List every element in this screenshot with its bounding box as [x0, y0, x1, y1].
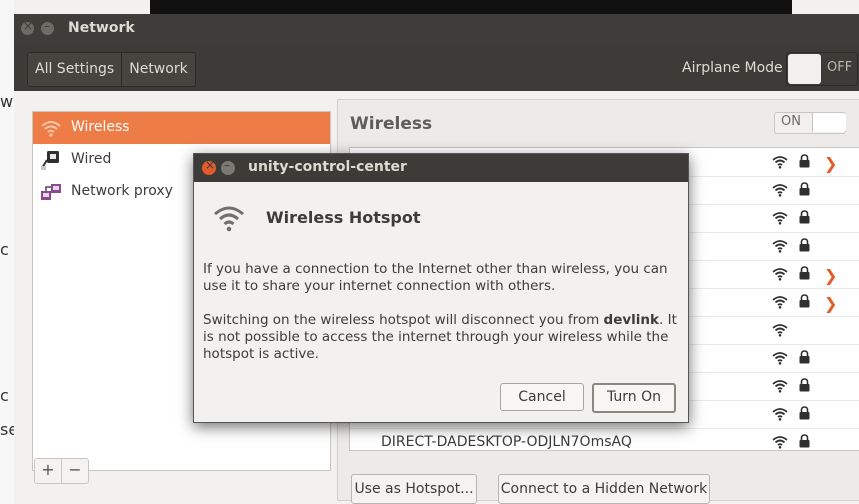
dialog-title: unity-control-center [248, 159, 407, 175]
switch-knob [788, 54, 821, 84]
background-text: w [0, 92, 14, 111]
lock-icon [799, 210, 810, 224]
all-settings-button[interactable]: All Settings [28, 53, 121, 86]
wireless-panel-title: Wireless [350, 114, 433, 134]
wireless-switch[interactable]: ON [774, 112, 846, 134]
background-window: w c c se [0, 0, 18, 504]
dialog-warning: Switching on the wireless hotspot will d… [203, 312, 679, 363]
sidebar-item-wireless[interactable]: Wireless [33, 112, 330, 144]
signal-strength-icon [772, 156, 788, 169]
airplane-mode-label: Airplane Mode [682, 60, 783, 76]
wifi-icon [41, 121, 61, 137]
current-network-name: devlink [603, 312, 659, 328]
signal-strength-icon [772, 324, 788, 337]
background-window-edge [150, 0, 792, 14]
lock-icon [799, 378, 810, 392]
signal-strength-icon [772, 296, 788, 309]
sidebar-item-label: Network proxy [71, 183, 173, 199]
lock-icon [799, 154, 810, 168]
airplane-mode-switch[interactable]: OFF [786, 52, 858, 86]
network-row[interactable]: DIRECT-DADESKTOP-ODJLN7OmsAQ [350, 428, 859, 450]
breadcrumb: All Settings Network [27, 52, 196, 87]
window-minimize-button[interactable] [41, 19, 54, 35]
network-proxy-icon [41, 184, 61, 200]
wireless-hotspot-dialog: unity-control-center Wireless Hotspot If… [193, 153, 689, 423]
window-close-button[interactable] [21, 19, 34, 35]
sidebar-item-label: Wired [71, 151, 112, 167]
wired-network-icon [41, 151, 59, 170]
signal-strength-icon [772, 212, 788, 225]
chevron-right-icon[interactable]: ❯ [824, 154, 837, 173]
connect-hidden-network-button[interactable]: Connect to a Hidden Network [498, 474, 710, 504]
lock-icon [799, 406, 810, 420]
add-connection-button[interactable]: + [35, 459, 61, 483]
switch-knob [812, 113, 846, 132]
add-remove-connection-buttons: + − [34, 458, 89, 484]
lock-icon [799, 238, 810, 252]
network-breadcrumb-button[interactable]: Network [121, 53, 194, 86]
lock-icon [799, 294, 810, 308]
switch-state-text: ON [781, 114, 801, 129]
network-ssid: DIRECT-DADESKTOP-ODJLN7OmsAQ [381, 434, 632, 450]
warning-text: Switching on the wireless hotspot will d… [203, 312, 604, 328]
lock-icon [799, 434, 810, 448]
chevron-right-icon[interactable]: ❯ [824, 294, 837, 313]
lock-icon [799, 266, 810, 280]
remove-connection-button[interactable]: − [61, 459, 88, 483]
wifi-icon [214, 206, 244, 232]
background-text: c [0, 240, 9, 259]
dialog-description: If you have a connection to the Internet… [203, 261, 668, 294]
signal-strength-icon [772, 352, 788, 365]
signal-strength-icon [772, 380, 788, 393]
dialog-heading: Wireless Hotspot [266, 208, 421, 227]
cancel-button[interactable]: Cancel [500, 383, 584, 411]
signal-strength-icon [772, 240, 788, 253]
turn-on-button[interactable]: Turn On [592, 383, 676, 413]
header-toolbar: All Settings Network Airplane Mode OFF [14, 44, 859, 91]
chevron-right-icon[interactable]: ❯ [824, 266, 837, 285]
background-text: c [0, 386, 9, 405]
window-titlebar: Network [14, 14, 859, 44]
dialog-minimize-button[interactable] [221, 158, 235, 175]
sidebar-item-label: Wireless [71, 119, 130, 135]
dialog-titlebar: unity-control-center [194, 154, 688, 182]
window-title: Network [68, 20, 135, 36]
use-as-hotspot-button[interactable]: Use as Hotspot... [351, 474, 477, 504]
dialog-close-button[interactable] [202, 158, 216, 175]
signal-strength-icon [772, 184, 788, 197]
signal-strength-icon [772, 408, 788, 421]
switch-state-text: OFF [827, 60, 853, 75]
signal-strength-icon [772, 436, 788, 449]
signal-strength-icon [772, 268, 788, 281]
lock-icon [799, 182, 810, 196]
lock-icon [799, 350, 810, 364]
